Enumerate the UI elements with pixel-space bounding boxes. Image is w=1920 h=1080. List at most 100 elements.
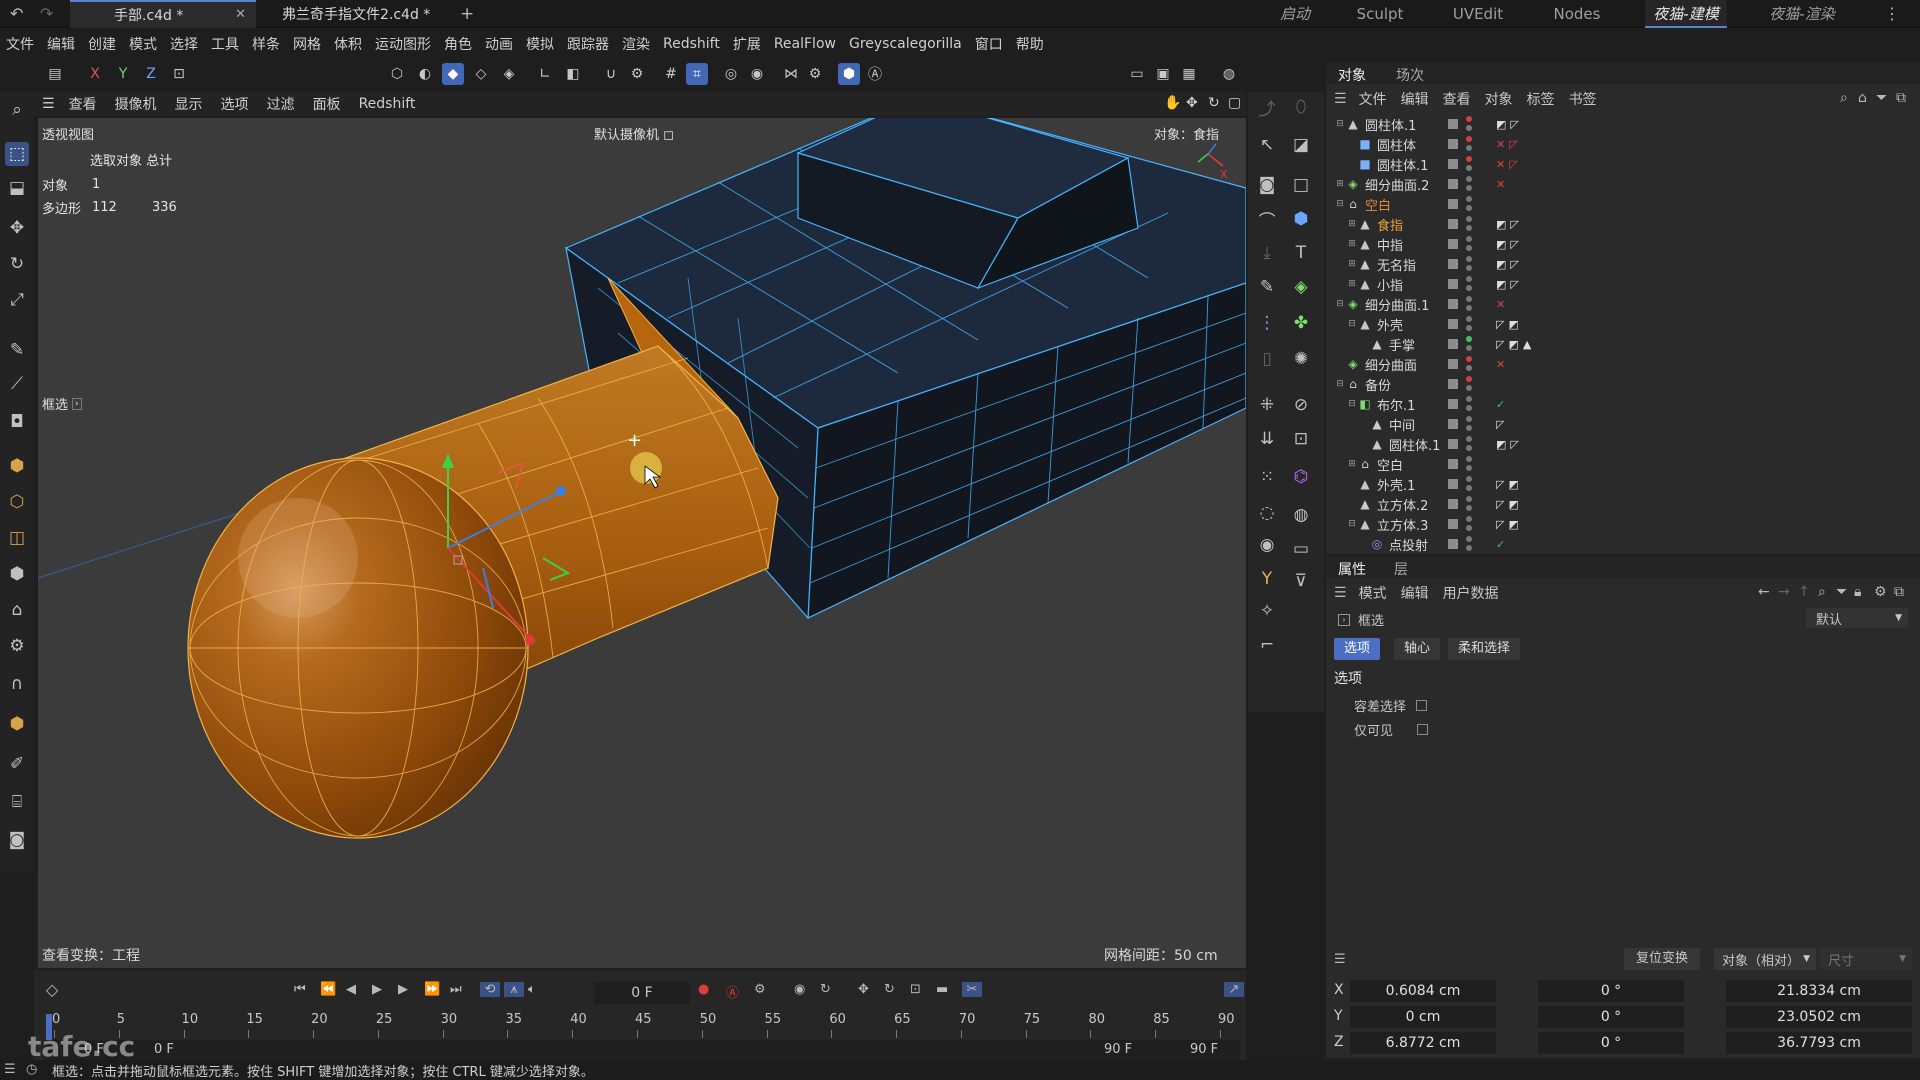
cube-icon[interactable]: ⬢ xyxy=(1288,206,1314,232)
object-name[interactable]: 立方体.2 xyxy=(1377,495,1428,514)
sound-icon[interactable]: 🔈︎ xyxy=(528,982,536,997)
search-icon[interactable]: ⌕ xyxy=(5,98,29,122)
cloner-icon[interactable]: ✤ xyxy=(1288,310,1314,336)
layout-tab-nodes[interactable]: Nodes xyxy=(1540,0,1614,28)
render-to-viewer-icon[interactable]: ▭ xyxy=(1126,63,1148,85)
bevel-icon[interactable]: ◘ xyxy=(5,410,29,434)
filter-icon[interactable]: ⏷ xyxy=(1876,90,1887,106)
position-field[interactable]: 0 cm xyxy=(1350,1006,1496,1028)
object-tags[interactable]: ◩◸ xyxy=(1496,238,1523,251)
object-row[interactable]: ▲ 手掌 ◸◩▲ xyxy=(1326,334,1920,354)
move-view-icon[interactable]: ✥ xyxy=(1186,95,1198,111)
expand-toggle-icon[interactable]: ⊞ xyxy=(1346,459,1358,469)
size-field[interactable]: 23.0502 cm xyxy=(1726,1006,1912,1028)
object-row[interactable]: ⊞ ▲ 中指 ◩◸ xyxy=(1326,234,1920,254)
expand-toggle-icon[interactable]: ⊟ xyxy=(1334,299,1346,309)
viewport-menu-redshift[interactable]: Redshift xyxy=(359,96,416,112)
home-icon[interactable]: ⌂ xyxy=(1858,90,1867,106)
render-visibility-dot[interactable] xyxy=(1466,305,1472,311)
viewport-menu-filter[interactable]: 过滤 xyxy=(267,94,295,114)
extrude-inner-icon[interactable]: ⬡ xyxy=(5,490,29,514)
layer-color-swatch[interactable] xyxy=(1448,219,1458,229)
render-visibility-dot[interactable] xyxy=(1466,405,1472,411)
editor-visibility-dot[interactable] xyxy=(1466,276,1472,282)
close-icon[interactable]: ✕ xyxy=(235,7,246,22)
cube-view-icon[interactable]: ◪ xyxy=(1288,132,1314,158)
object-name[interactable]: 圆柱体.1 xyxy=(1377,155,1428,174)
range-end[interactable]: 90 F xyxy=(1104,1042,1132,1057)
om-menu-file[interactable]: 文件 xyxy=(1359,89,1387,109)
render-visibility-dot[interactable] xyxy=(1466,345,1472,351)
object-name[interactable]: 中指 xyxy=(1377,235,1403,254)
layout-tab-startup[interactable]: 启动 xyxy=(1265,0,1325,28)
next-frame-icon[interactable]: ▶ xyxy=(398,982,408,997)
object-row[interactable]: ▲ 圆柱体.1 ◩◸ xyxy=(1326,434,1920,454)
plane-icon[interactable]: □ xyxy=(1288,172,1314,198)
live-select-icon[interactable]: ⬓ xyxy=(5,176,29,200)
position-field[interactable]: 6.8772 cm xyxy=(1350,1032,1496,1054)
layer-color-swatch[interactable] xyxy=(1448,359,1458,369)
menu-help[interactable]: 帮助 xyxy=(1016,34,1044,54)
editor-visibility-dot[interactable] xyxy=(1466,516,1472,522)
new-window-icon[interactable]: ⧉ xyxy=(1896,90,1906,106)
render-visibility-dot[interactable] xyxy=(1466,365,1472,371)
render-region-icon[interactable]: ◎ xyxy=(720,63,742,85)
search-icon[interactable]: ⌕ xyxy=(1840,90,1848,106)
menu-window[interactable]: 窗口 xyxy=(975,34,1003,54)
menu-tracker[interactable]: 跟踪器 xyxy=(567,34,609,54)
layer-color-swatch[interactable] xyxy=(1448,159,1458,169)
object-row[interactable]: ⊞ ◈ 细分曲面.2 ✕ xyxy=(1326,174,1920,194)
orbit-view-icon[interactable]: ↻ xyxy=(1208,95,1220,111)
loop-icon[interactable]: ⟲ xyxy=(480,982,500,997)
editor-visibility-dot[interactable] xyxy=(1466,456,1472,462)
editor-visibility-dot[interactable] xyxy=(1466,116,1472,122)
visibility-icon[interactable]: ◌ xyxy=(1254,500,1280,526)
attr-menu-edit[interactable]: 编辑 xyxy=(1401,583,1429,603)
rotation-field[interactable]: 0 ° xyxy=(1538,980,1684,1002)
hamburger-icon[interactable]: ☰ xyxy=(1334,91,1347,107)
new-window-icon[interactable]: ⧉ xyxy=(1894,584,1904,600)
viewport-menu-options[interactable]: 选项 xyxy=(221,94,249,114)
maximize-view-icon[interactable]: ▢ xyxy=(1228,95,1241,111)
weld-icon[interactable]: ⚙ xyxy=(5,634,29,658)
object-tags[interactable]: ◸◩ xyxy=(1496,478,1523,491)
object-row[interactable]: ⊞ ▲ 无名指 ◩◸ xyxy=(1326,254,1920,274)
previous-frame-icon[interactable]: ◀ xyxy=(346,982,356,997)
object-row[interactable]: ⊟ ▲ 圆柱体.1 ◩◸ xyxy=(1326,114,1920,134)
environment-icon[interactable]: ⊽ xyxy=(1288,568,1314,594)
editor-visibility-dot[interactable] xyxy=(1466,536,1472,542)
deformer-icon[interactable]: ⊘ xyxy=(1288,392,1314,418)
settings-icon[interactable]: ⚙ xyxy=(1874,584,1887,600)
tab-attributes[interactable]: 属性 xyxy=(1338,559,1366,579)
object-name[interactable]: 细分曲面.2 xyxy=(1365,175,1429,194)
editor-visibility-dot[interactable] xyxy=(1466,496,1472,502)
move-icon[interactable]: ✥ xyxy=(5,216,29,240)
filter-icon[interactable]: ⏷ xyxy=(1836,584,1847,600)
object-name[interactable]: 布尔.1 xyxy=(1377,395,1415,414)
up-arrow-icon[interactable]: ↑ xyxy=(1798,584,1810,600)
object-tags[interactable]: ◸◩ xyxy=(1496,518,1523,531)
render-visibility-dot[interactable] xyxy=(1466,445,1472,451)
edge-mode-icon[interactable]: ◇ xyxy=(470,63,492,85)
render-visibility-dot[interactable] xyxy=(1466,525,1472,531)
object-tags[interactable]: ◩◸ xyxy=(1496,118,1523,131)
knife-icon[interactable]: ⟋ xyxy=(5,372,29,396)
back-arrow-icon[interactable]: ← xyxy=(1758,584,1770,600)
layer-color-swatch[interactable] xyxy=(1448,179,1458,189)
viewport-menu-cameras[interactable]: 摄像机 xyxy=(115,94,157,114)
object-tags[interactable]: ◩◸ xyxy=(1496,278,1523,291)
object-name[interactable]: 圆柱体.1 xyxy=(1389,435,1440,454)
paint-icon[interactable]: ✐ xyxy=(5,752,29,776)
object-row[interactable]: ▲ 外壳.1 ◸◩ xyxy=(1326,474,1920,494)
text-icon[interactable]: T xyxy=(1288,240,1314,266)
editor-visibility-dot[interactable] xyxy=(1466,356,1472,362)
menu-select[interactable]: 选择 xyxy=(170,34,198,54)
spline-icon[interactable]: ⌒ xyxy=(1254,206,1280,232)
option-checkbox[interactable] xyxy=(1416,700,1428,711)
layer-color-swatch[interactable] xyxy=(1448,339,1458,349)
object-row[interactable]: ■ 圆柱体 ✕◸ xyxy=(1326,134,1920,154)
size-field[interactable]: 36.7793 cm xyxy=(1726,1032,1912,1054)
project-icon[interactable]: ▤ xyxy=(44,63,66,85)
object-tags[interactable]: ◩◸ xyxy=(1496,218,1523,231)
render-visibility-dot[interactable] xyxy=(1466,265,1472,271)
